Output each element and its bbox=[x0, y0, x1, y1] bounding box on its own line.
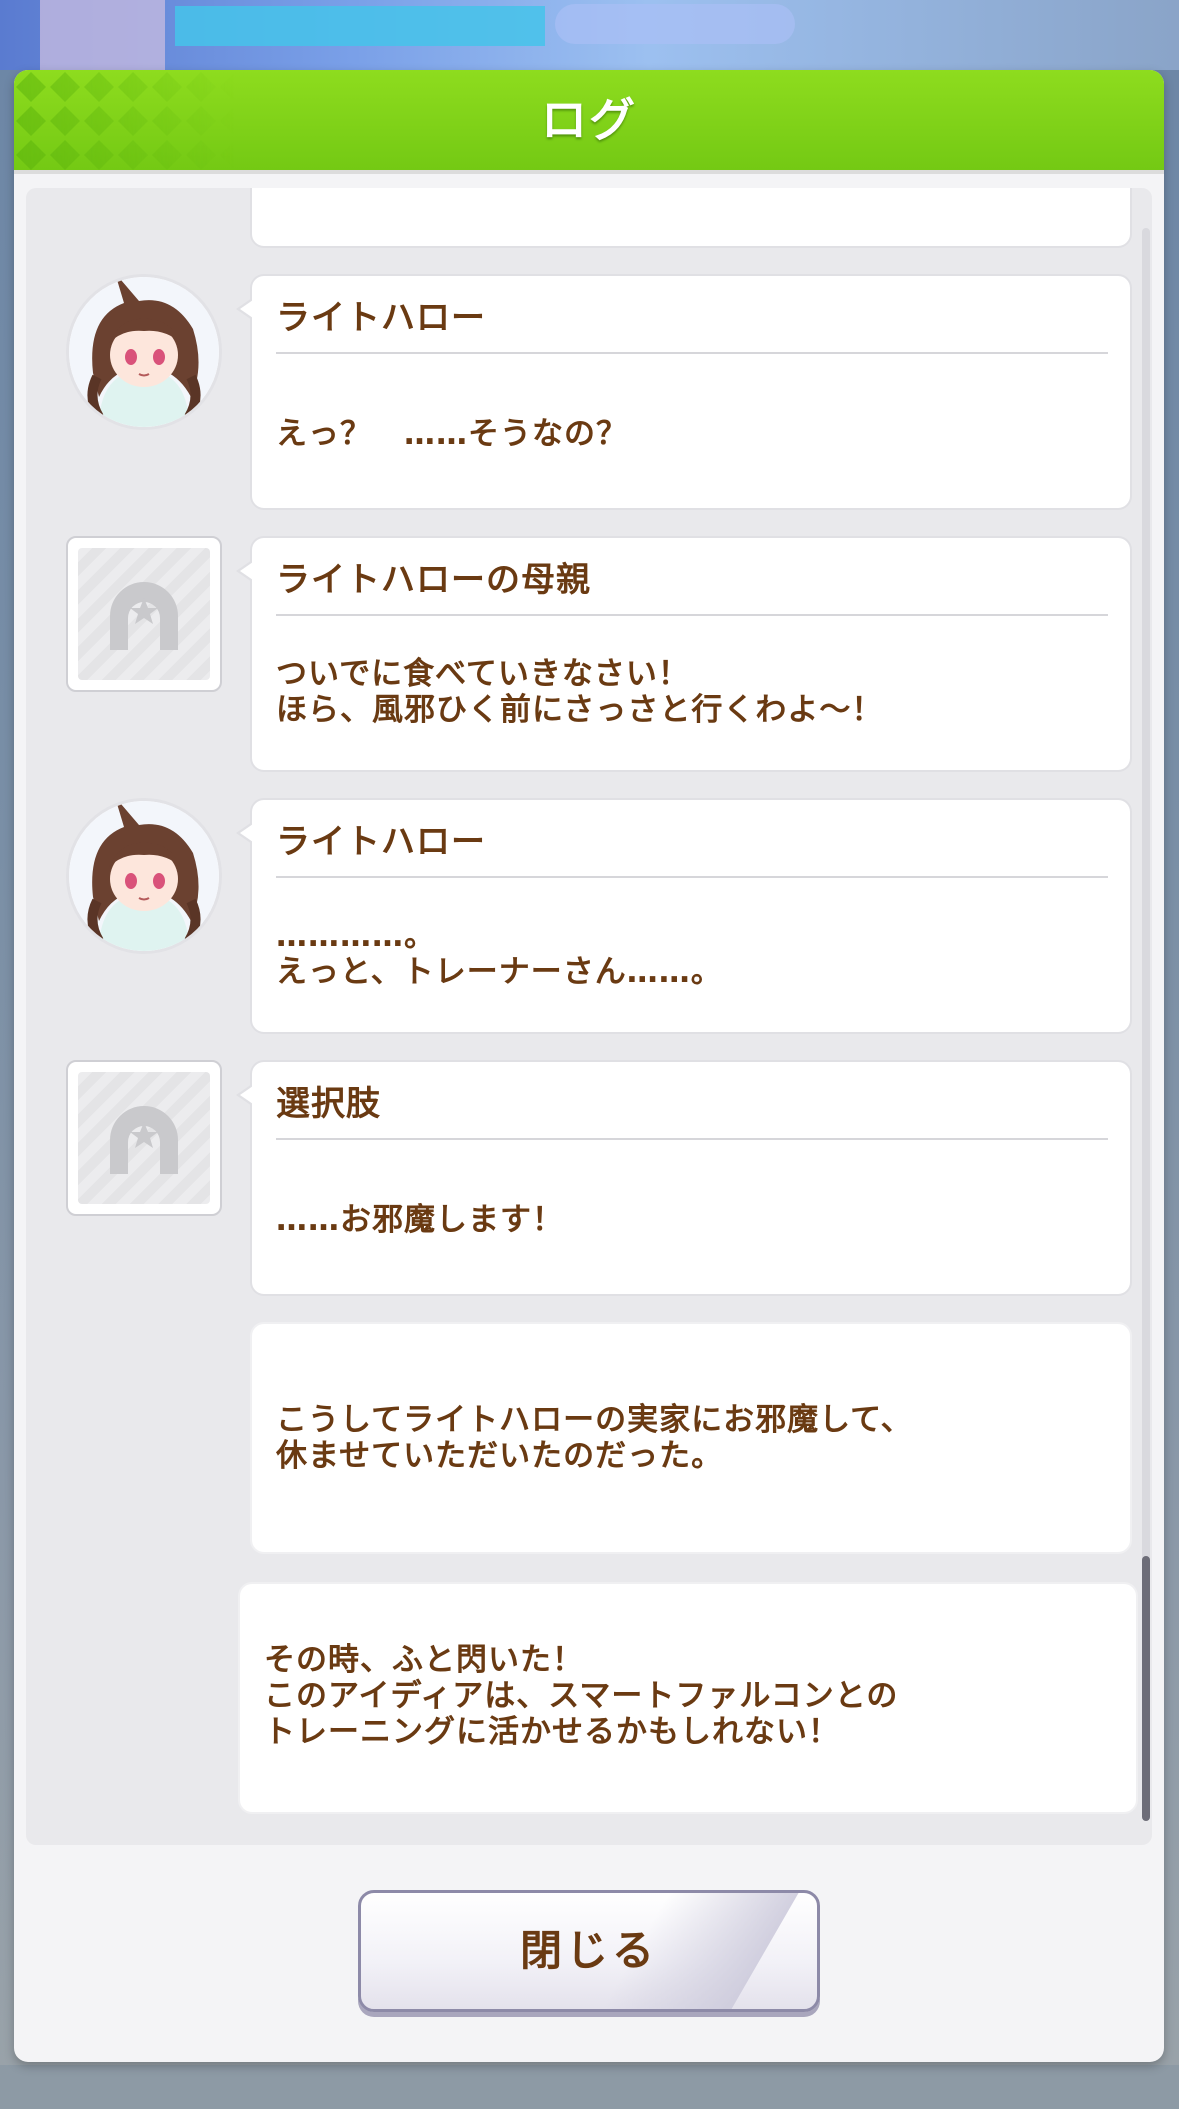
unknown-speaker-avatar bbox=[66, 1060, 222, 1216]
speaker-name: 選択肢 bbox=[276, 1084, 381, 1124]
close-button[interactable]: 閉じる bbox=[358, 1890, 820, 2012]
log-scroll-area[interactable]: ライトハロー えっ？ ……そうなの？ ライトハローの母親 ついでに食べていきなさ… bbox=[26, 188, 1152, 1845]
background-character-blur bbox=[40, 0, 165, 70]
background-banner-blur bbox=[175, 6, 545, 46]
speaker-name: ライトハローの母親 bbox=[276, 560, 591, 600]
background-scene bbox=[0, 0, 1179, 70]
speaker-name: ライトハロー bbox=[276, 822, 486, 862]
log-entry: ライトハローの母親 ついでに食べていきなさい！ ほら、風邪ひく前にさっさと行くわ… bbox=[236, 536, 1132, 772]
dialogue-text: ついでに食べていきなさい！ ほら、風邪ひく前にさっさと行くわよ～！ bbox=[276, 656, 884, 728]
dialogue-text: えっ？ ……そうなの？ bbox=[276, 416, 628, 452]
dialog-title: ログ bbox=[541, 93, 637, 147]
narration-text: その時、ふと閃いた！ このアイディアは、スマートファルコンとの トレーニングに活… bbox=[264, 1642, 899, 1750]
dialog-header: ログ bbox=[14, 70, 1164, 174]
character-portrait-icon bbox=[69, 277, 219, 427]
background-badge-blur bbox=[555, 4, 795, 44]
dialogue-text: ……お邪魔します！ bbox=[276, 1202, 564, 1238]
horseshoe-placeholder-icon bbox=[110, 1106, 178, 1174]
name-divider bbox=[276, 614, 1108, 616]
scrollbar-thumb[interactable] bbox=[1142, 1556, 1150, 1821]
close-button-label: 閉じる bbox=[519, 1926, 658, 1975]
name-divider bbox=[276, 352, 1108, 354]
horseshoe-placeholder-icon bbox=[110, 582, 178, 650]
log-entry: ライトハロー えっ？ ……そうなの？ bbox=[236, 274, 1132, 510]
speaker-name: ライトハロー bbox=[276, 298, 486, 338]
character-portrait-icon bbox=[69, 801, 219, 951]
log-entry: 選択肢 ……お邪魔します！ bbox=[236, 1060, 1132, 1296]
name-divider bbox=[276, 876, 1108, 878]
character-avatar bbox=[66, 274, 222, 430]
log-dialog: ログ ライトハロー えっ？ ……そうなの？ ライトハローの母親 ついでに食べてい… bbox=[14, 70, 1164, 2062]
background-footer bbox=[0, 2065, 1179, 2109]
unknown-speaker-avatar bbox=[66, 536, 222, 692]
narration-text: こうしてライトハローの実家にお邪魔して、 休ませていただいたのだった。 bbox=[276, 1402, 913, 1474]
dialogue-text: …………。 えっと、トレーナーさん……。 bbox=[276, 918, 723, 990]
name-divider bbox=[276, 1138, 1108, 1140]
narration-entry: その時、ふと閃いた！ このアイディアは、スマートファルコンとの トレーニングに活… bbox=[238, 1582, 1138, 1814]
log-entry: ライトハロー …………。 えっと、トレーナーさん……。 bbox=[236, 798, 1132, 1034]
character-avatar bbox=[66, 798, 222, 954]
narration-entry: こうしてライトハローの実家にお邪魔して、 休ませていただいたのだった。 bbox=[250, 1322, 1132, 1554]
log-entry-partial bbox=[250, 188, 1132, 248]
